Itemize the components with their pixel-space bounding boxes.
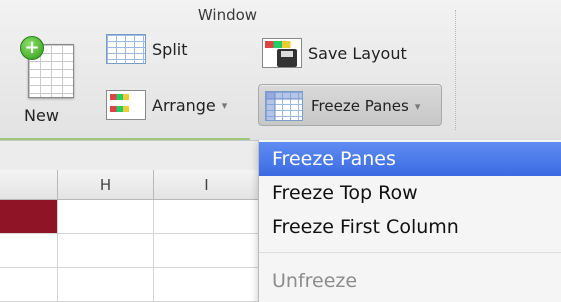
chevron-down-icon: ▾ (221, 98, 228, 112)
menu-item-freeze-top-row[interactable]: Freeze Top Row (259, 176, 561, 210)
menu-item-freeze-first-column[interactable]: Freeze First Column (259, 210, 561, 244)
split-icon (106, 34, 146, 64)
freeze-panes-menu: Freeze Panes Freeze Top Row Freeze First… (258, 140, 561, 302)
grid-cell[interactable] (154, 268, 260, 302)
grid-cell[interactable] (58, 234, 154, 268)
save-layout-icon (262, 38, 302, 68)
grid-cell[interactable] (154, 200, 260, 234)
group-title: Window (197, 6, 258, 24)
plus-icon: + (20, 36, 44, 60)
menu-item-unfreeze: Unfreeze (272, 270, 358, 292)
save-layout-button[interactable]: Save Layout (262, 38, 407, 68)
freeze-panes-icon (265, 91, 303, 121)
menu-separator (259, 252, 561, 253)
spreadsheet-grid: H I (0, 170, 260, 302)
group-separator (455, 10, 456, 130)
new-window-button[interactable]: + New (14, 30, 88, 130)
grid-cell[interactable] (0, 234, 58, 268)
grid-cell[interactable] (58, 268, 154, 302)
arrange-icon (106, 90, 146, 120)
arrange-button[interactable]: Arrange ▾ (106, 90, 227, 120)
grid-cell[interactable] (0, 268, 58, 302)
grid-cell[interactable] (154, 234, 260, 268)
arrange-label: Arrange (152, 95, 216, 115)
menu-item-freeze-panes[interactable]: Freeze Panes (259, 142, 561, 176)
selected-cell[interactable] (0, 200, 58, 234)
column-header-h[interactable]: H (58, 170, 154, 200)
grid-cell[interactable] (58, 200, 154, 234)
freeze-panes-button[interactable]: Freeze Panes ▾ (258, 84, 442, 126)
new-label: New (24, 106, 59, 125)
chevron-down-icon: ▾ (414, 99, 421, 113)
ribbon-window-group: Window + New Split Arrange ▾ Save Layout… (0, 0, 561, 140)
save-layout-label: Save Layout (308, 43, 407, 63)
freeze-panes-label: Freeze Panes (311, 97, 409, 115)
column-header-i[interactable]: I (154, 170, 260, 200)
split-button[interactable]: Split (106, 34, 187, 64)
split-label: Split (152, 39, 188, 59)
column-header-g[interactable] (0, 170, 58, 200)
